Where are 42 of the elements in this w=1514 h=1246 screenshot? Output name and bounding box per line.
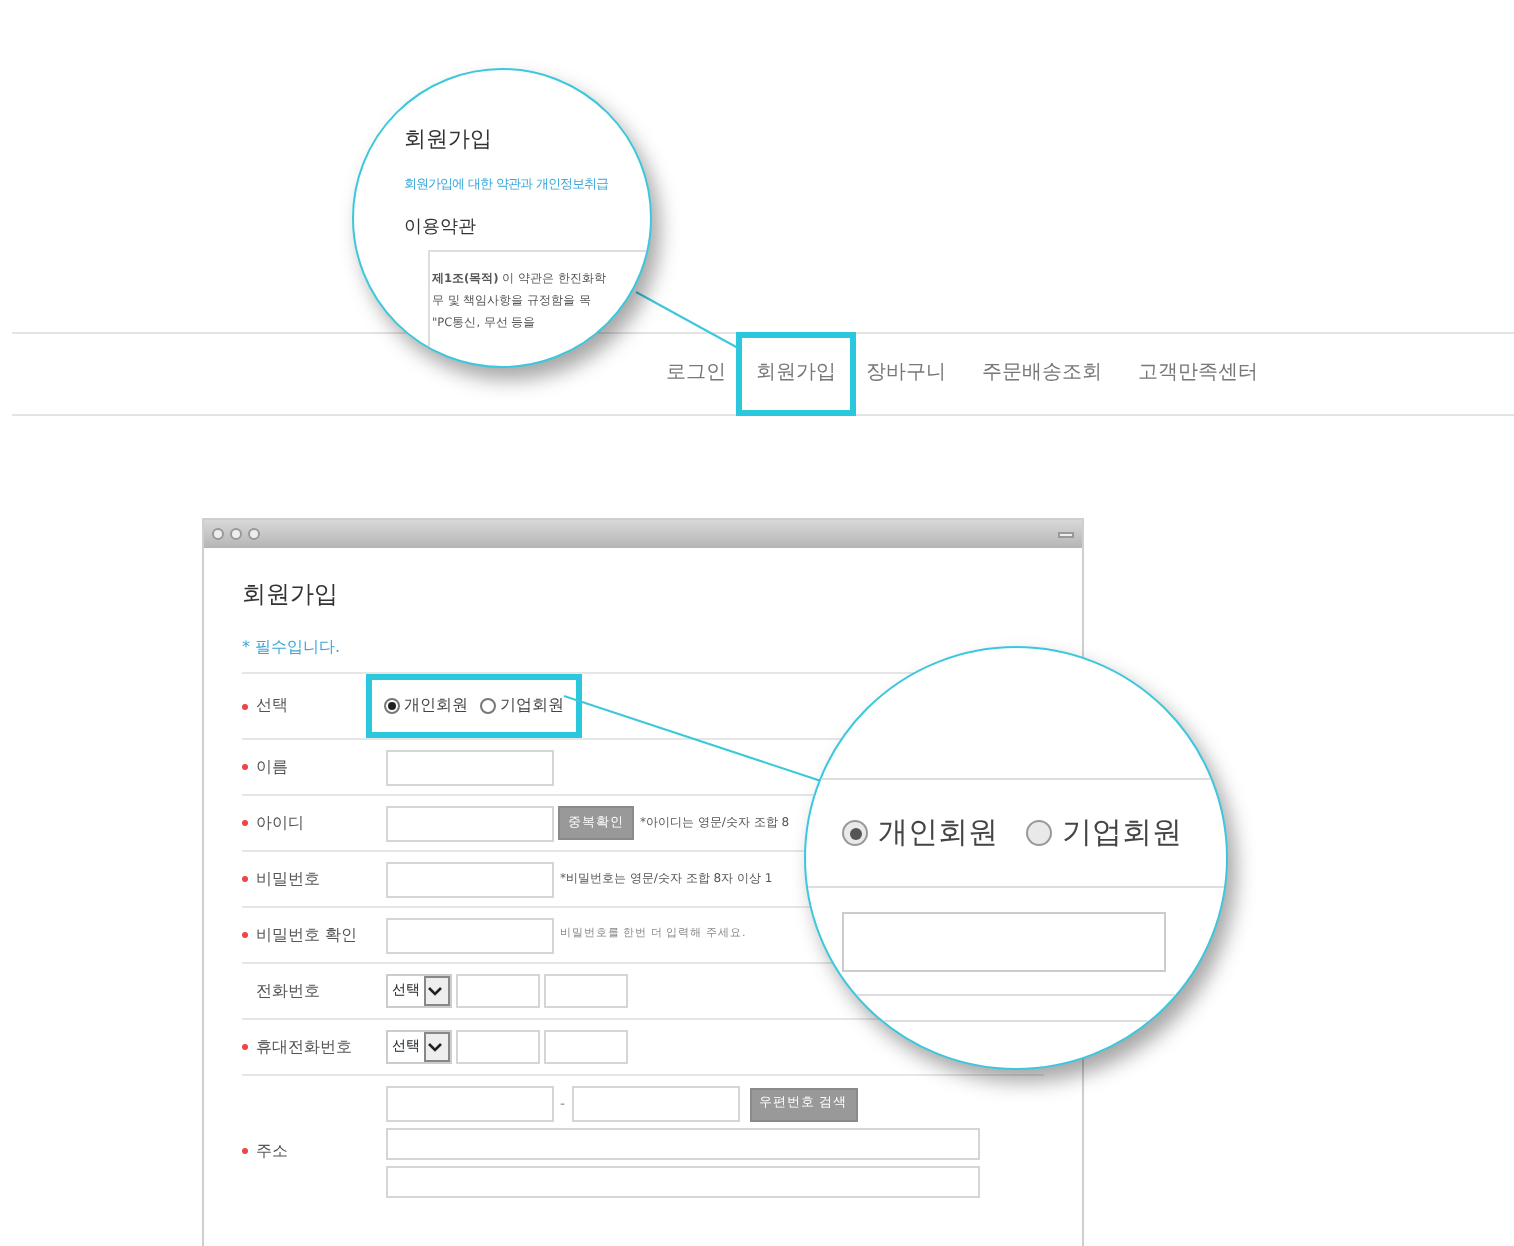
input-field[interactable] bbox=[456, 974, 540, 1008]
field-label: 선택 bbox=[256, 694, 288, 718]
input-field[interactable] bbox=[386, 1086, 554, 1122]
section-title: 이용약관 bbox=[404, 215, 476, 242]
input-field[interactable] bbox=[386, 1166, 980, 1198]
leader-line bbox=[635, 291, 739, 349]
input-field[interactable] bbox=[571, 1086, 740, 1122]
radio-option[interactable]: 개인회원 bbox=[384, 694, 468, 718]
input-field[interactable] bbox=[544, 974, 628, 1008]
field-label: 전화번호 bbox=[256, 979, 320, 1003]
radio-button[interactable] bbox=[384, 698, 400, 714]
nav-link[interactable]: 회원가입 bbox=[736, 332, 856, 416]
minimize-icon[interactable] bbox=[1058, 531, 1074, 537]
radio-option[interactable]: 기업회원 bbox=[480, 694, 564, 718]
radio-button[interactable] bbox=[842, 820, 868, 846]
page-title: 회원가입 bbox=[242, 578, 340, 612]
input-field[interactable] bbox=[386, 805, 554, 841]
input-field[interactable] bbox=[544, 1030, 628, 1064]
dropdown-icon[interactable] bbox=[424, 976, 450, 1006]
input-field[interactable] bbox=[386, 749, 554, 785]
input-field[interactable] bbox=[386, 861, 554, 897]
input-field[interactable] bbox=[842, 912, 1166, 972]
field-label: 이름 bbox=[256, 755, 288, 779]
field-label: 비밀번호 확인 bbox=[256, 923, 358, 947]
nav-link[interactable]: 주문배송조회 bbox=[976, 358, 1108, 390]
nav-link[interactable]: 장바구니 bbox=[860, 358, 952, 390]
dropdown-icon[interactable] bbox=[424, 1032, 450, 1062]
input-field[interactable] bbox=[456, 1030, 540, 1064]
radio-button[interactable] bbox=[1026, 820, 1052, 846]
field-label: 휴대전화번호 bbox=[256, 1035, 352, 1059]
radio-option[interactable]: 개인회원 bbox=[842, 810, 998, 856]
nav-link[interactable]: 고객만족센터 bbox=[1132, 358, 1264, 390]
input-field[interactable] bbox=[386, 1128, 980, 1160]
field-label: 주소 bbox=[256, 1139, 288, 1163]
page-title: 회원가입 bbox=[404, 124, 492, 156]
radio-button[interactable] bbox=[480, 698, 496, 714]
radio-option[interactable]: 기업회원 bbox=[1026, 810, 1182, 856]
required-note: * 필수입니다. bbox=[242, 636, 343, 660]
field-label: 아이디 bbox=[256, 811, 304, 835]
input-field[interactable] bbox=[386, 917, 554, 953]
field-label: 비밀번호 bbox=[256, 867, 320, 891]
nav-link[interactable]: 로그인 bbox=[660, 358, 732, 390]
